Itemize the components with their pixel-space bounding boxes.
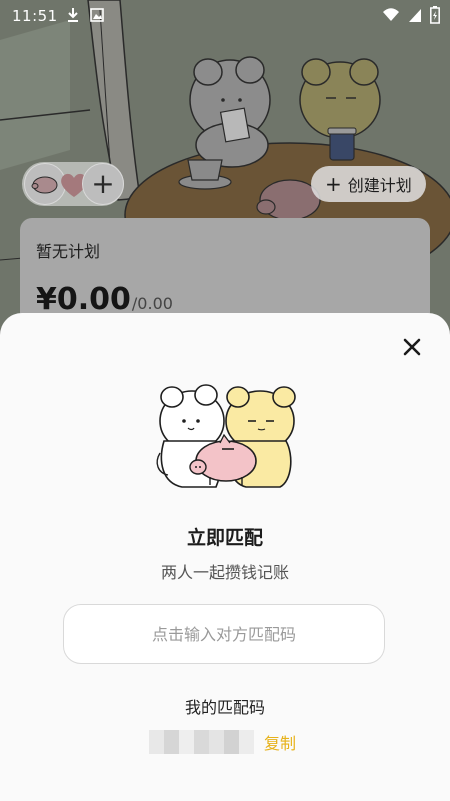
- plus-icon: +: [325, 172, 342, 196]
- plus-icon: +: [91, 167, 115, 200]
- battery-icon: [430, 6, 440, 28]
- plan-amount: ¥0.00/0.00: [36, 282, 173, 317]
- bears-with-piggy-bank-illustration: [156, 384, 296, 488]
- download-icon: [66, 7, 80, 27]
- copy-code-button[interactable]: 复制: [264, 730, 296, 754]
- create-plan-label: 创建计划: [347, 176, 412, 195]
- close-icon: [403, 338, 421, 356]
- status-time: 11:51: [12, 7, 58, 25]
- pig-icon: [31, 176, 58, 194]
- create-plan-button[interactable]: + 创建计划: [311, 166, 426, 202]
- plan-title: 暂无计划: [36, 242, 101, 261]
- signal-icon: [408, 7, 422, 27]
- partner-code-input[interactable]: [63, 604, 385, 664]
- masked-code-pixelated: [149, 730, 254, 754]
- my-code-row: 复制: [149, 730, 296, 754]
- photo-icon: [90, 7, 104, 27]
- sheet-title: 立即匹配: [186, 527, 263, 549]
- partner-avatar-group[interactable]: +: [22, 162, 124, 206]
- sheet-subtitle: 两人一起攒钱记账: [160, 563, 289, 582]
- match-bottom-sheet: 立即匹配 两人一起攒钱记账 我的匹配码 复制: [0, 313, 450, 801]
- plan-target: /0.00: [131, 294, 173, 313]
- close-button[interactable]: [400, 335, 424, 359]
- my-code-label: 我的匹配码: [184, 698, 265, 717]
- wifi-icon: [382, 7, 400, 27]
- add-partner-button[interactable]: +: [82, 163, 124, 205]
- status-bar: 11:51: [0, 0, 450, 32]
